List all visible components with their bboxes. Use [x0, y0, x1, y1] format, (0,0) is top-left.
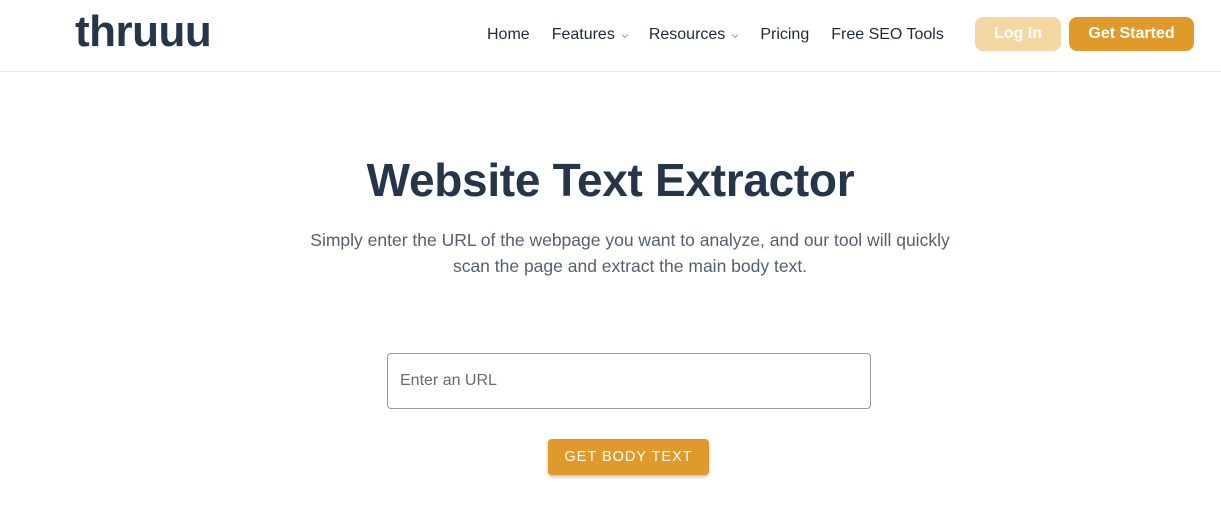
page-title: Website Text Extractor [366, 154, 855, 206]
get-started-button[interactable]: Get Started [1069, 17, 1194, 51]
nav-item-pricing[interactable]: Pricing [760, 26, 809, 44]
get-body-text-button[interactable]: GET BODY TEXT [548, 439, 709, 475]
chevron-down-icon [731, 33, 739, 38]
login-button[interactable]: Log In [975, 17, 1061, 51]
page-subtitle: Simply enter the URL of the webpage you … [310, 230, 950, 276]
nav-item-features[interactable]: Features [552, 26, 630, 44]
brand-logo[interactable]: thruuu [75, 6, 212, 58]
chevron-down-icon [621, 33, 629, 38]
nav-item-home[interactable]: Home [487, 26, 530, 44]
nav-item-label: Resources [648, 26, 726, 43]
nav-item-label: Home [487, 26, 530, 43]
url-input[interactable] [387, 353, 871, 409]
nav-item-resources[interactable]: Resources [649, 26, 740, 44]
site-header: thruuu Home Features Resources Pricing F… [0, 0, 1221, 72]
nav-item-label: Features [551, 26, 615, 43]
main-nav: Home Features Resources Pricing Free SEO… [487, 0, 944, 70]
nav-item-free-seo-tools[interactable]: Free SEO Tools [831, 26, 944, 44]
nav-item-label: Pricing [760, 26, 810, 43]
nav-item-label: Free SEO Tools [831, 26, 944, 43]
